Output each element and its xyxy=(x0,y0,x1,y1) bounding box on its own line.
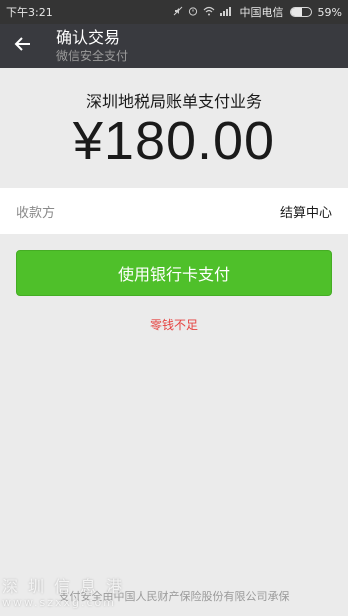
status-icons xyxy=(173,6,234,19)
payee-label: 收款方 xyxy=(16,205,56,221)
back-button[interactable] xyxy=(0,24,44,68)
payee-value: 结算中心 xyxy=(279,205,332,221)
mute-icon xyxy=(173,6,183,19)
status-time: 下午3:21 xyxy=(6,6,53,19)
app-bar: 确认交易 微信安全支付 xyxy=(0,24,348,68)
merchant-name: 深圳地税局账单支付业务 xyxy=(85,92,262,111)
battery-icon xyxy=(289,7,312,17)
page-title: 确认交易 xyxy=(56,28,121,47)
arrow-left-icon xyxy=(13,36,31,56)
battery-level xyxy=(290,8,303,16)
payment-amount: ¥180.00 xyxy=(72,111,276,171)
watermark-en: www.szxxg.com xyxy=(2,596,116,609)
wifi-icon xyxy=(203,6,215,19)
pay-with-bank-card-button[interactable]: 使用银行卡支付 xyxy=(16,250,332,296)
battery-percent: 59% xyxy=(317,5,342,19)
watermark-cn: 深圳信息港 xyxy=(2,577,133,596)
status-bar: 下午3:21 中国电信 59% xyxy=(0,0,348,24)
payee-row: 收款方 结算中心 xyxy=(0,188,348,234)
carrier-name: 中国电信 xyxy=(239,6,284,19)
insufficient-balance-warning: 零钱不足 xyxy=(149,318,198,332)
signal-icon xyxy=(219,6,234,19)
app-bar-titles: 确认交易 微信安全支付 xyxy=(56,28,128,64)
watermark: 深圳信息港 www.szxxg.com xyxy=(2,578,142,610)
status-right: 中国电信 59% xyxy=(173,4,342,20)
page-subtitle: 微信安全支付 xyxy=(56,49,129,63)
alarm-icon xyxy=(188,6,198,19)
